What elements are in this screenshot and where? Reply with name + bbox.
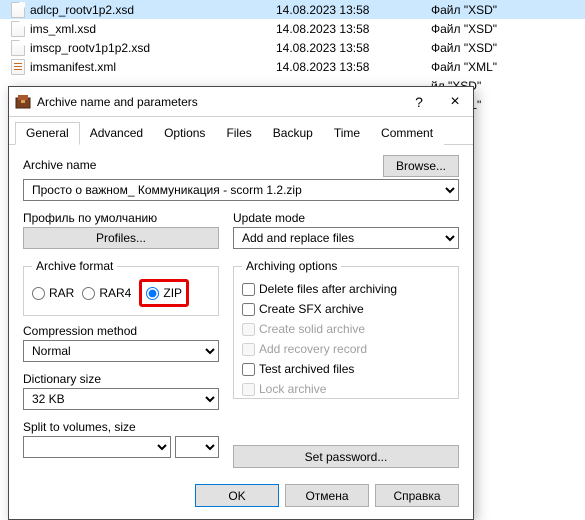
file-row[interactable]: adlcp_rootv1p2.xsd14.08.2023 13:58Файл "…: [0, 0, 585, 19]
format-rar[interactable]: RAR: [32, 283, 74, 303]
file-type: Файл "XSD": [431, 22, 585, 36]
app-icon: [15, 94, 31, 110]
archive-path-combo[interactable]: Просто о важном_ Коммуникация - scorm 1.…: [23, 179, 459, 201]
dictionary-label: Dictionary size: [23, 372, 219, 386]
file-row[interactable]: imsmanifest.xml14.08.2023 13:58Файл "XML…: [0, 57, 585, 76]
split-label: Split to volumes, size: [23, 420, 219, 434]
xsd-file-icon: [11, 40, 25, 56]
file-date: 14.08.2023 13:58: [276, 60, 431, 74]
help-footer-button[interactable]: Справка: [375, 484, 459, 507]
dialog-footer: OK Отмена Справка: [9, 474, 473, 519]
split-unit-select[interactable]: B: [175, 436, 219, 458]
tab-strip: GeneralAdvancedOptionsFilesBackupTimeCom…: [9, 117, 473, 145]
tab-files[interactable]: Files: [215, 122, 262, 145]
profiles-button[interactable]: Profiles...: [23, 227, 219, 249]
set-password-button[interactable]: Set password...: [233, 445, 459, 468]
file-date: 14.08.2023 13:58: [276, 41, 431, 55]
help-button[interactable]: ?: [401, 87, 437, 116]
xsd-file-icon: [11, 21, 25, 37]
split-size-combo[interactable]: [23, 436, 171, 458]
opt-delete[interactable]: Delete files after archiving: [242, 279, 450, 299]
format-rar4[interactable]: RAR4: [82, 283, 131, 303]
opt-test[interactable]: Test archived files: [242, 359, 450, 379]
tab-time[interactable]: Time: [323, 122, 371, 145]
ok-button[interactable]: OK: [195, 484, 279, 507]
tab-backup[interactable]: Backup: [262, 122, 324, 145]
xsd-file-icon: [11, 2, 25, 18]
profile-label: Профиль по умолчанию: [23, 211, 219, 225]
opt-recovery: Add recovery record: [242, 339, 450, 359]
xml-file-icon: [11, 59, 25, 75]
archive-format-group: Archive format RAR RAR4 ZIP: [23, 259, 219, 316]
file-row[interactable]: imscp_rootv1p1p2.xsd14.08.2023 13:58Файл…: [0, 38, 585, 57]
compression-label: Compression method: [23, 324, 219, 338]
dictionary-select[interactable]: 32 KB: [23, 388, 219, 410]
title-bar: Archive name and parameters ? ×: [9, 87, 473, 117]
file-row[interactable]: ims_xml.xsd14.08.2023 13:58Файл "XSD": [0, 19, 585, 38]
update-mode-select[interactable]: Add and replace files: [233, 227, 459, 249]
cancel-button[interactable]: Отмена: [285, 484, 369, 507]
close-button[interactable]: ×: [437, 87, 473, 116]
file-name: imscp_rootv1p1p2.xsd: [26, 41, 276, 55]
format-zip[interactable]: ZIP: [146, 283, 182, 303]
archive-dialog: Archive name and parameters ? × GeneralA…: [8, 86, 474, 520]
dialog-title: Archive name and parameters: [37, 95, 401, 109]
compression-select[interactable]: Normal: [23, 340, 219, 362]
opt-lock: Lock archive: [242, 379, 450, 399]
update-mode-label: Update mode: [233, 211, 459, 225]
browse-button[interactable]: Browse...: [383, 155, 459, 177]
file-type: Файл "XML": [431, 60, 585, 74]
tab-general[interactable]: General: [15, 122, 80, 145]
tab-options[interactable]: Options: [153, 122, 216, 145]
archiving-options-legend: Archiving options: [242, 259, 341, 273]
archive-format-legend: Archive format: [32, 259, 117, 273]
archive-name-label: Archive name: [23, 158, 96, 172]
file-type: Файл "XSD": [431, 3, 585, 17]
opt-solid: Create solid archive: [242, 319, 450, 339]
file-name: imsmanifest.xml: [26, 60, 276, 74]
file-name: ims_xml.xsd: [26, 22, 276, 36]
opt-sfx[interactable]: Create SFX archive: [242, 299, 450, 319]
format-zip-highlight: ZIP: [139, 279, 189, 307]
file-type: Файл "XSD": [431, 41, 585, 55]
file-date: 14.08.2023 13:58: [276, 3, 431, 17]
file-name: adlcp_rootv1p2.xsd: [26, 3, 276, 17]
archiving-options-group: Archiving options Delete files after arc…: [233, 259, 459, 399]
tab-advanced[interactable]: Advanced: [79, 122, 154, 145]
file-date: 14.08.2023 13:58: [276, 22, 431, 36]
tab-comment[interactable]: Comment: [370, 122, 444, 145]
